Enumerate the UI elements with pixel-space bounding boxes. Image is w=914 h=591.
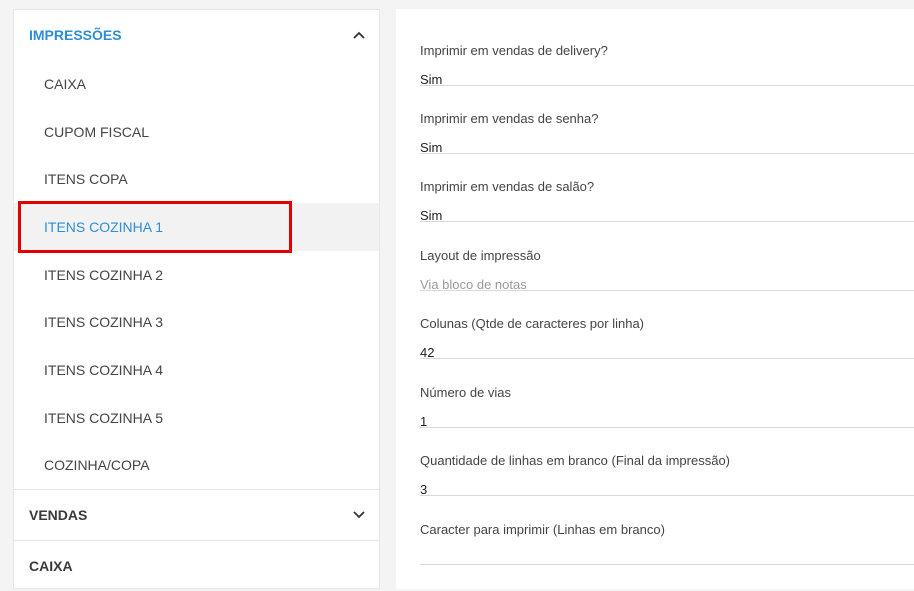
print-settings-form: Imprimir em vendas de delivery? Sim Impr…	[396, 9, 914, 589]
field-label: Layout de impressão	[420, 248, 541, 263]
field-label: Número de vias	[420, 385, 512, 400]
sidebar-item-label: ITENS COZINHA 1	[44, 218, 164, 235]
sidebar-item-label: ITENS COZINHA 4	[44, 361, 164, 378]
sidebar-item-itens-cozinha-1[interactable]: ITENS COZINHA 1	[14, 203, 379, 251]
field-salao[interactable]: Imprimir em vendas de salão? Sim	[420, 154, 914, 223]
sidebar-item-label: ITENS COZINHA 3	[44, 314, 164, 331]
section-vendas-header[interactable]: VENDAS	[14, 489, 379, 540]
section-caixa-title: CAIXA	[29, 558, 73, 575]
chevron-down-icon[interactable]	[353, 509, 365, 521]
section-caixa-header[interactable]: CAIXA	[14, 540, 379, 591]
field-label: Imprimir em vendas de senha?	[420, 111, 599, 126]
sidebar-item-label: CUPOM FISCAL	[44, 123, 150, 140]
field-value[interactable]: 42	[420, 345, 434, 360]
sidebar-item-label: ITENS COZINHA 5	[44, 409, 164, 426]
field-value[interactable]: 1	[420, 414, 427, 429]
field-label: Colunas (Qtde de caracteres por linha)	[420, 316, 645, 331]
field-delivery[interactable]: Imprimir em vendas de delivery? Sim	[420, 18, 914, 87]
sidebar-item-cozinha-copa[interactable]: COZINHA/COPA	[14, 442, 379, 490]
field-placeholder[interactable]: Via bloco de notas	[420, 277, 527, 292]
sidebar-item-label: COZINHA/COPA	[44, 457, 150, 474]
sidebar-item-label: CAIXA	[44, 75, 87, 92]
sidebar-item-itens-copa[interactable]: ITENS COPA	[14, 155, 379, 203]
sidebar-item-label: ITENS COZINHA 2	[44, 266, 164, 283]
field-label: Imprimir em vendas de salão?	[420, 179, 595, 194]
field-numero-vias[interactable]: Número de vias 1	[420, 360, 914, 429]
section-impressoes-title: IMPRESSÕES	[29, 27, 122, 43]
sidebar-item-label: ITENS COPA	[44, 171, 128, 188]
impressoes-items: CAIXA CUPOM FISCAL ITENS COPA ITENS COZI…	[14, 60, 379, 489]
settings-sidebar: IMPRESSÕES CAIXA CUPOM FISCAL ITENS COPA…	[13, 9, 380, 589]
field-label: Caracter para imprimir (Linhas em branco…	[420, 522, 665, 537]
field-label: Imprimir em vendas de delivery?	[420, 43, 608, 58]
field-linhas-branco[interactable]: Quantidade de linhas em branco (Final da…	[420, 428, 914, 497]
section-impressoes-header[interactable]: IMPRESSÕES	[14, 10, 379, 60]
field-senha[interactable]: Imprimir em vendas de senha? Sim	[420, 86, 914, 155]
field-caracter[interactable]: Caracter para imprimir (Linhas em branco…	[420, 497, 914, 565]
field-value[interactable]: Sim	[420, 72, 442, 87]
field-value[interactable]: Sim	[420, 208, 442, 223]
section-vendas-title: VENDAS	[29, 507, 88, 524]
sidebar-item-itens-cozinha-3[interactable]: ITENS COZINHA 3	[14, 298, 379, 346]
field-label: Quantidade de linhas em branco (Final da…	[420, 453, 731, 468]
chevron-up-icon[interactable]	[353, 29, 365, 41]
sidebar-item-caixa[interactable]: CAIXA	[14, 60, 379, 108]
sidebar-item-itens-cozinha-5[interactable]: ITENS COZINHA 5	[14, 394, 379, 442]
sidebar-item-itens-cozinha-4[interactable]: ITENS COZINHA 4	[14, 346, 379, 394]
field-colunas[interactable]: Colunas (Qtde de caracteres por linha) 4…	[420, 291, 914, 360]
sidebar-item-cupom-fiscal[interactable]: CUPOM FISCAL	[14, 108, 379, 156]
field-layout[interactable]: Layout de impressão Via bloco de notas	[420, 223, 914, 292]
field-value[interactable]: Sim	[420, 140, 442, 155]
field-value[interactable]: 3	[420, 482, 427, 497]
sidebar-item-itens-cozinha-2[interactable]: ITENS COZINHA 2	[14, 251, 379, 299]
